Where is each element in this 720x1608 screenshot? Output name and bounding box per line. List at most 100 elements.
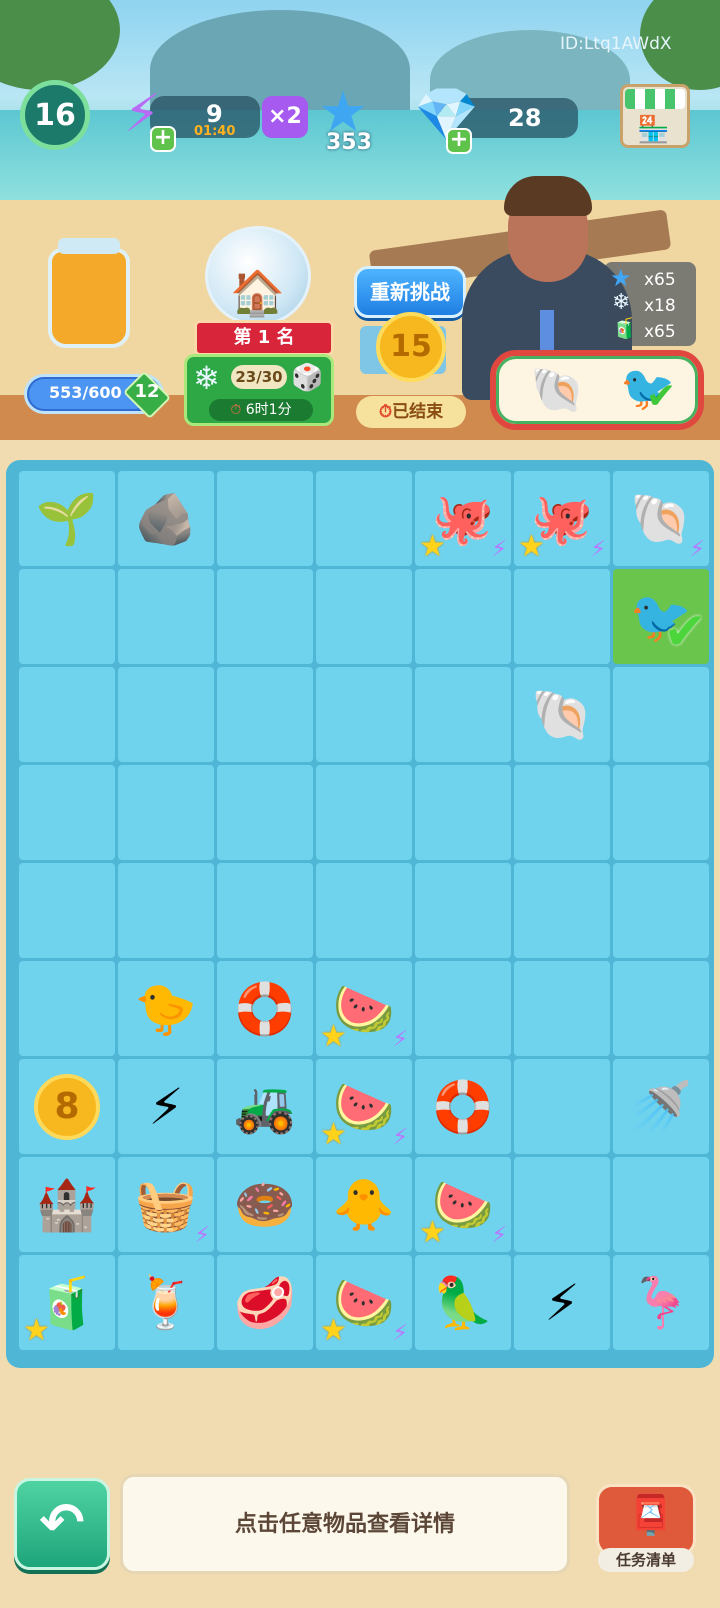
board-cell[interactable]: 🦩	[613, 1255, 709, 1350]
retry-challenge-button[interactable]: 重新挑战	[354, 266, 466, 318]
event-panel[interactable]: ❄ 23/30 🎲 ⏱ 6时1分	[184, 354, 334, 426]
board-cell[interactable]: 🛟	[415, 1059, 511, 1154]
board-cell[interactable]	[316, 569, 412, 664]
board-cell[interactable]	[316, 471, 412, 566]
level-number: 16	[34, 97, 76, 133]
board-cell[interactable]	[514, 1059, 610, 1154]
energy-badge-icon: ⚡	[491, 1223, 507, 1248]
board-cell[interactable]: 🪨	[118, 471, 214, 566]
board-cell[interactable]: 🐚	[514, 667, 610, 762]
board-cell[interactable]: 🍉 ★ ⚡	[316, 1059, 412, 1154]
board-cell[interactable]	[316, 667, 412, 762]
energy-badge-icon: ⚡	[590, 537, 606, 562]
board-cell[interactable]: 🍹	[118, 1255, 214, 1350]
board-cell[interactable]	[514, 863, 610, 958]
hint-panel: 点击任意物品查看详情	[120, 1474, 570, 1574]
honey-jar-icon[interactable]	[48, 248, 130, 348]
board-cell[interactable]: 🌱	[19, 471, 115, 566]
board-cell[interactable]: 🥩	[217, 1255, 313, 1350]
task-list-button[interactable]: 📮	[596, 1484, 696, 1556]
board-cell[interactable]: ⚡	[118, 1059, 214, 1154]
gem-count: 28	[508, 104, 542, 132]
board-cell[interactable]	[19, 863, 115, 958]
board-cell[interactable]: 🧺 ⚡	[118, 1157, 214, 1252]
board-item: 🏰	[35, 1175, 99, 1234]
board-cell[interactable]	[217, 863, 313, 958]
board-cell[interactable]	[19, 569, 115, 664]
board-cell[interactable]	[118, 863, 214, 958]
board-cell[interactable]: 🍉 ★ ⚡	[316, 961, 412, 1056]
task-list-label[interactable]: 任务清单	[598, 1548, 694, 1572]
star-badge-icon: ★	[320, 1019, 347, 1054]
add-energy-button[interactable]: +	[150, 126, 176, 152]
board-cell[interactable]: 8	[19, 1059, 115, 1154]
clock-icon: ⏱	[378, 402, 393, 422]
board-cell[interactable]: 🐦 ✔	[613, 569, 709, 664]
board-cell[interactable]	[118, 765, 214, 860]
board-cell[interactable]: 🦜	[415, 1255, 511, 1350]
star-badge-icon: ★	[419, 1215, 446, 1250]
board-cell[interactable]: 🐙 ★ ⚡	[514, 471, 610, 566]
board-cell[interactable]	[514, 569, 610, 664]
board-cell[interactable]	[415, 765, 511, 860]
board-cell[interactable]: 🍉 ★ ⚡	[415, 1157, 511, 1252]
board-cell[interactable]	[316, 765, 412, 860]
order-panel[interactable]: 🐚 🐦 ✔	[490, 350, 704, 430]
board-cell[interactable]: 🐤	[118, 961, 214, 1056]
board-cell[interactable]	[613, 1157, 709, 1252]
add-gems-button[interactable]: +	[446, 128, 472, 154]
board-cell[interactable]	[415, 569, 511, 664]
board-cell[interactable]	[613, 863, 709, 958]
board-cell[interactable]: 🐚 ⚡	[613, 471, 709, 566]
board-item: 🦩	[629, 1273, 693, 1332]
star-badge-icon: ★	[320, 1313, 347, 1348]
board-cell[interactable]: 🧃 ★	[19, 1255, 115, 1350]
board-cell[interactable]	[217, 471, 313, 566]
board-cell[interactable]: 🚜	[217, 1059, 313, 1154]
board-cell[interactable]	[415, 667, 511, 762]
board-cell[interactable]	[415, 961, 511, 1056]
board-cell[interactable]	[19, 667, 115, 762]
back-button[interactable]: ↶	[14, 1478, 110, 1570]
board-cell[interactable]	[316, 863, 412, 958]
board-cell[interactable]	[613, 961, 709, 1056]
board-cell[interactable]	[415, 863, 511, 958]
energy-badge-icon: ⚡	[689, 537, 705, 562]
star-count: 353	[326, 130, 372, 155]
player-id: ID:Ltq1AWdX	[560, 34, 672, 54]
board-item: 🍩	[233, 1175, 297, 1234]
board-cell[interactable]	[19, 961, 115, 1056]
board-cell[interactable]: 🐙 ★ ⚡	[415, 471, 511, 566]
board-cell[interactable]	[19, 765, 115, 860]
snow-globe-icon[interactable]: 🏠	[205, 226, 311, 326]
board-cell[interactable]: 🐥	[316, 1157, 412, 1252]
coin-icon: 15	[376, 312, 446, 382]
shop-button[interactable]: 🏪	[620, 84, 690, 148]
board-item: 🧺	[134, 1175, 198, 1234]
board-cell[interactable]	[613, 667, 709, 762]
board-cell[interactable]	[217, 569, 313, 664]
board-cell[interactable]	[514, 961, 610, 1056]
board-cell[interactable]: 🚿	[613, 1059, 709, 1154]
level-badge[interactable]: 16	[20, 80, 90, 150]
house-icon: 🏠	[230, 268, 285, 319]
board-cell[interactable]	[217, 667, 313, 762]
star-badge-icon: ★	[419, 529, 446, 564]
board-cell[interactable]: 🍩	[217, 1157, 313, 1252]
board-cell[interactable]	[514, 765, 610, 860]
board-cell[interactable]: 🍉 ★ ⚡	[316, 1255, 412, 1350]
board-cell[interactable]	[514, 1157, 610, 1252]
board-cell[interactable]	[217, 765, 313, 860]
multiplier-button[interactable]: ×2	[262, 96, 308, 138]
board-cell[interactable]: 🏰	[19, 1157, 115, 1252]
board-cell[interactable]	[613, 765, 709, 860]
event-timer-pill: ⏱ 6时1分	[209, 399, 313, 421]
board-item: 🍹	[134, 1273, 198, 1332]
board-cell[interactable]	[118, 667, 214, 762]
board-item: ⚡	[544, 1273, 580, 1332]
customer-hair	[504, 176, 592, 216]
board-cell[interactable]: 🛟	[217, 961, 313, 1056]
board-cell[interactable]: ⚡	[514, 1255, 610, 1350]
clock-icon: ⏱	[230, 402, 242, 418]
board-cell[interactable]	[118, 569, 214, 664]
